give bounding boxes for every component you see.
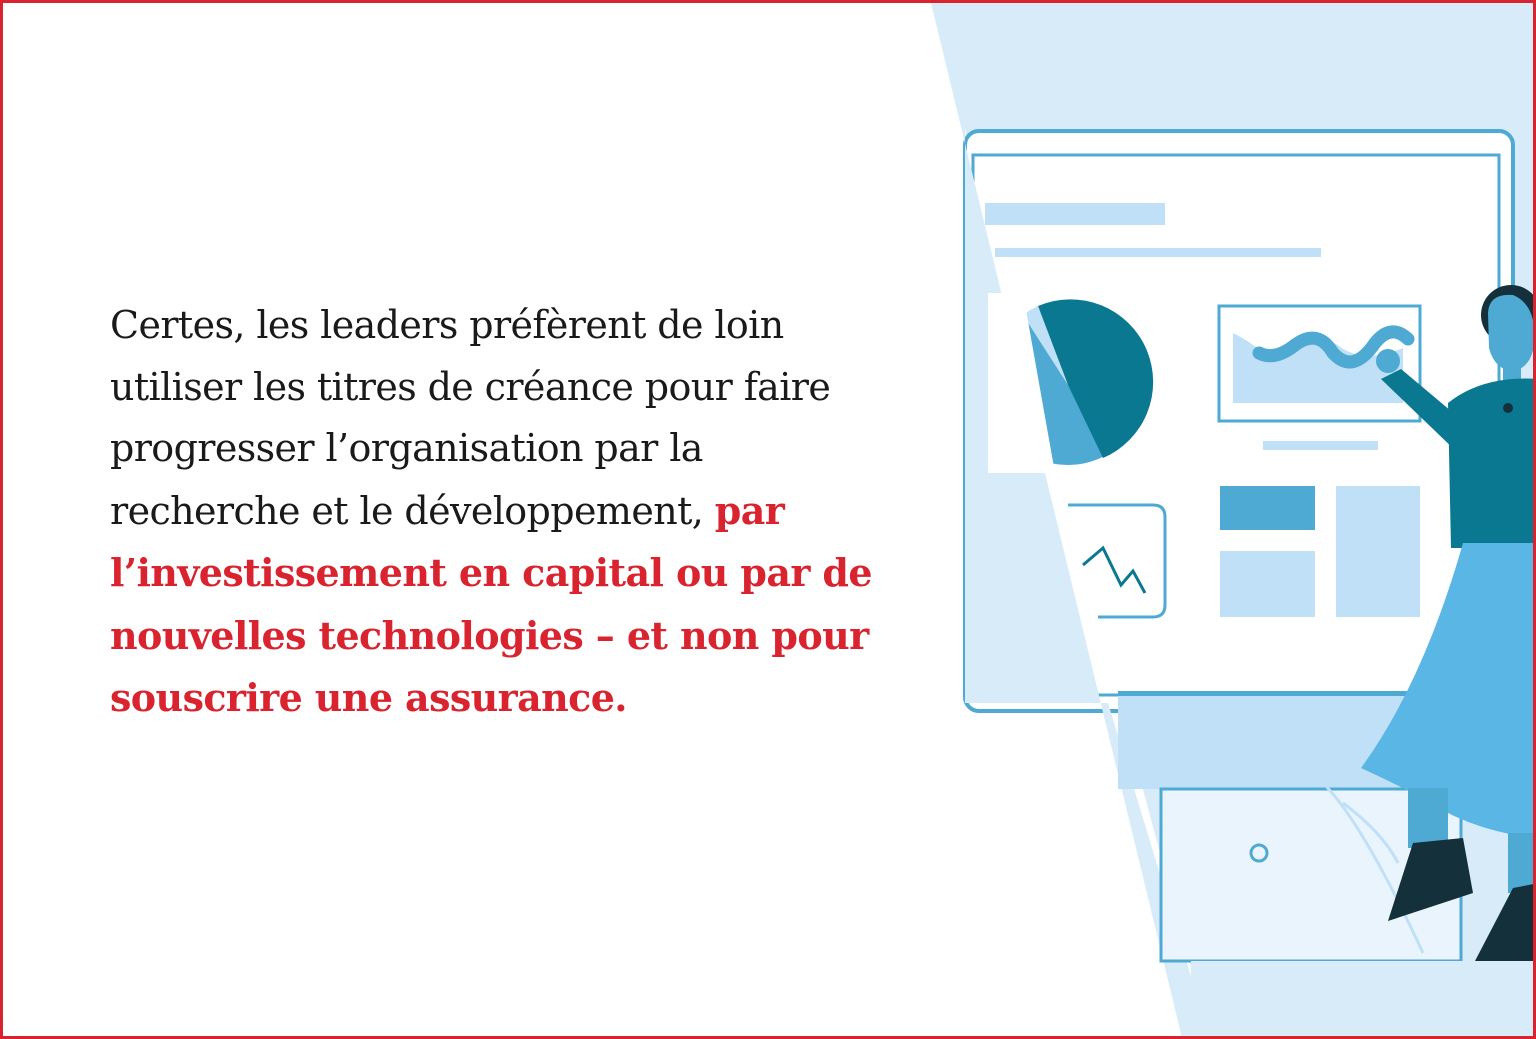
slide-frame: Certes, les leaders préfèrent de loin ut… — [0, 0, 1536, 1039]
desk-edge — [1118, 691, 1448, 696]
subheader-bar — [995, 248, 1321, 257]
header-bar — [985, 203, 1165, 225]
dashboard-illustration — [931, 3, 1533, 1036]
caption-bar — [1263, 441, 1378, 450]
floor — [1191, 961, 1533, 1036]
